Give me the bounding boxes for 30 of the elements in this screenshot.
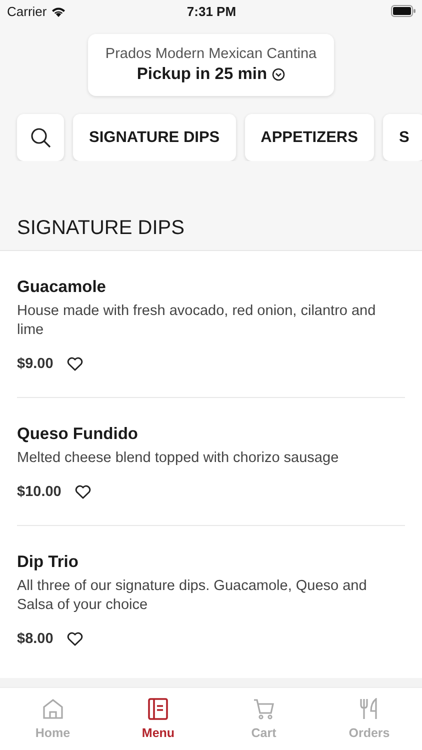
item-description: Melted cheese blend topped with chorizo sausage <box>17 449 340 468</box>
search-icon <box>30 126 52 148</box>
item-description: House made with fresh avocado, red onion, cilantro and lime <box>17 302 377 340</box>
heart-icon[interactable] <box>67 632 84 646</box>
item-description: All three of our signature dips. Guacamole, Queso and Salsa of your choice <box>17 577 368 615</box>
item-price: $10.00 <box>17 484 62 500</box>
category-tab[interactable]: APPETIZERS <box>244 114 374 161</box>
pickup-time: Pickup in 25 min <box>136 65 268 84</box>
category-tab[interactable]: SIGNATURE DIPS <box>73 114 236 161</box>
pickup-selector[interactable]: Prados Modern Mexican Cantina Pickup in 25 min <box>88 34 334 96</box>
cart-icon <box>252 698 275 720</box>
item-price: $8.00 <box>17 631 54 647</box>
search-button[interactable] <box>17 114 64 161</box>
carrier-label: Carrier <box>7 4 47 18</box>
status-time: 7:31 PM <box>186 4 236 18</box>
chevron-down-icon <box>272 68 286 81</box>
restaurant-name: Prados Modern Mexican Cantina <box>105 46 317 62</box>
tab-bar-item[interactable]: Menu <box>106 688 211 750</box>
battery-icon <box>390 5 416 17</box>
item-name: Guacamole <box>17 278 107 297</box>
wifi-icon <box>50 6 66 16</box>
item-name: Queso Fundido <box>17 425 139 444</box>
menu-icon <box>147 698 170 720</box>
item-name: Dip Trio <box>17 553 80 572</box>
home-icon <box>42 698 64 720</box>
heart-icon[interactable] <box>75 485 92 499</box>
section-title: SIGNATURE DIPS <box>16 216 186 241</box>
category-tab[interactable]: S <box>382 114 422 161</box>
heart-icon[interactable] <box>67 357 84 371</box>
item-price: $9.00 <box>17 356 54 372</box>
